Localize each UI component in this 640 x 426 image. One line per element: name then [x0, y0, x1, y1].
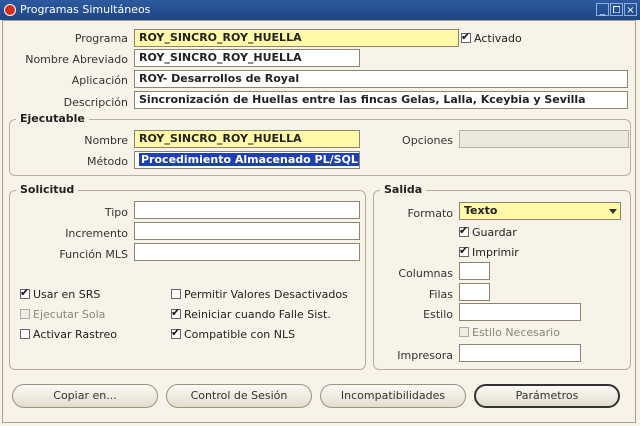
- imprimir-check-icon: [459, 244, 469, 257]
- imprimir-label: Imprimir: [472, 246, 519, 259]
- oracle-app-icon: [4, 4, 16, 16]
- compatible-nls-checkbox[interactable]: Compatible con NLS: [171, 326, 296, 341]
- metodo-field[interactable]: Procedimiento Almacenado PL/SQL: [134, 151, 360, 169]
- activado-label: Activado: [474, 32, 522, 45]
- opciones-label: Opciones: [402, 134, 453, 147]
- estilo-necesario-checkbox[interactable]: Estilo Necesario: [459, 326, 560, 339]
- estilo-necesario-check-icon: [459, 327, 469, 337]
- parametros-button[interactable]: Parámetros: [474, 384, 620, 408]
- programa-field[interactable]: ROY_SINCRO_ROY_HUELLA: [134, 29, 459, 47]
- ejecutable-nombre-field[interactable]: ROY_SINCRO_ROY_HUELLA: [134, 130, 360, 148]
- tipo-field[interactable]: [134, 201, 360, 219]
- permitir-valores-check-icon: [171, 289, 181, 299]
- programa-label: Programa: [74, 32, 128, 45]
- impresora-field[interactable]: [459, 344, 581, 362]
- descripcion-label: Descripción: [63, 96, 128, 109]
- form-window: Programa ROY_SINCRO_ROY_HUELLA Activado …: [2, 20, 636, 423]
- tipo-label: Tipo: [104, 206, 128, 219]
- ejecutable-nombre-label: Nombre: [84, 134, 128, 147]
- descripcion-field[interactable]: Sincronización de Huellas entre las finc…: [134, 91, 628, 109]
- formato-value: Texto: [464, 204, 498, 217]
- usar-srs-check-icon: [20, 286, 30, 299]
- salida-title: Salida: [380, 183, 427, 196]
- activar-rastreo-label: Activar Rastreo: [33, 328, 117, 341]
- guardar-label: Guardar: [472, 226, 517, 239]
- reiniciar-check-icon: [171, 306, 181, 319]
- compatible-nls-check-icon: [171, 326, 181, 339]
- guardar-checkbox[interactable]: Guardar: [459, 224, 517, 239]
- ejecutable-title: Ejecutable: [16, 112, 89, 125]
- aplicacion-field[interactable]: ROY- Desarrollos de Royal: [134, 70, 628, 88]
- estilo-label: Estilo: [423, 308, 453, 321]
- ejecutar-sola-label: Ejecutar Sola: [33, 308, 106, 321]
- formato-dropdown[interactable]: Texto: [459, 202, 621, 220]
- guardar-check-icon: [459, 224, 469, 237]
- activado-check-icon: [461, 30, 471, 43]
- nombre-abreviado-label: Nombre Abreviado: [25, 53, 128, 66]
- title-bar: Programas Simultáneos _ ⧠ ×: [0, 0, 640, 20]
- metodo-value: Procedimiento Almacenado PL/SQL: [139, 153, 359, 166]
- usar-srs-checkbox[interactable]: Usar en SRS: [20, 286, 101, 301]
- estilo-necesario-label: Estilo Necesario: [472, 326, 560, 339]
- columnas-label: Columnas: [398, 267, 453, 280]
- aplicacion-label: Aplicación: [71, 74, 128, 87]
- ejecutar-sola-check-icon: [20, 309, 30, 319]
- reiniciar-label: Reiniciar cuando Falle Sist.: [184, 308, 331, 321]
- columnas-field[interactable]: [459, 262, 490, 280]
- nombre-abreviado-field[interactable]: ROY_SINCRO_ROY_HUELLA: [134, 49, 360, 67]
- copiar-en-button[interactable]: Copiar en...: [12, 384, 158, 408]
- incremento-field[interactable]: [134, 222, 360, 240]
- impresora-label: Impresora: [397, 349, 453, 362]
- activar-rastreo-check-icon: [20, 329, 30, 339]
- funcion-mls-field[interactable]: [134, 243, 360, 261]
- incremento-label: Incremento: [65, 227, 128, 240]
- maximize-icon[interactable]: ⧠: [610, 3, 623, 16]
- activar-rastreo-checkbox[interactable]: Activar Rastreo: [20, 328, 117, 341]
- permitir-valores-label: Permitir Valores Desactivados: [184, 288, 348, 301]
- close-icon[interactable]: ×: [624, 3, 637, 16]
- opciones-field[interactable]: [459, 130, 629, 148]
- activado-checkbox[interactable]: Activado: [461, 30, 522, 45]
- filas-label: Filas: [428, 288, 453, 301]
- filas-field[interactable]: [459, 283, 490, 301]
- formato-label: Formato: [407, 207, 454, 220]
- minimize-icon[interactable]: _: [596, 3, 609, 16]
- window-title: Programas Simultáneos: [20, 3, 151, 16]
- metodo-label: Método: [86, 155, 128, 168]
- chevron-down-icon: [609, 209, 617, 214]
- ejecutar-sola-checkbox[interactable]: Ejecutar Sola: [20, 308, 105, 321]
- control-sesion-button[interactable]: Control de Sesión: [166, 384, 312, 408]
- estilo-field[interactable]: [459, 303, 581, 321]
- permitir-valores-checkbox[interactable]: Permitir Valores Desactivados: [171, 288, 348, 301]
- incompatibilidades-button[interactable]: Incompatibilidades: [320, 384, 466, 408]
- usar-srs-label: Usar en SRS: [33, 288, 101, 301]
- reiniciar-checkbox[interactable]: Reiniciar cuando Falle Sist.: [171, 306, 331, 321]
- imprimir-checkbox[interactable]: Imprimir: [459, 244, 519, 259]
- funcion-mls-label: Función MLS: [59, 248, 128, 261]
- compatible-nls-label: Compatible con NLS: [184, 328, 296, 341]
- solicitud-title: Solicitud: [16, 183, 79, 196]
